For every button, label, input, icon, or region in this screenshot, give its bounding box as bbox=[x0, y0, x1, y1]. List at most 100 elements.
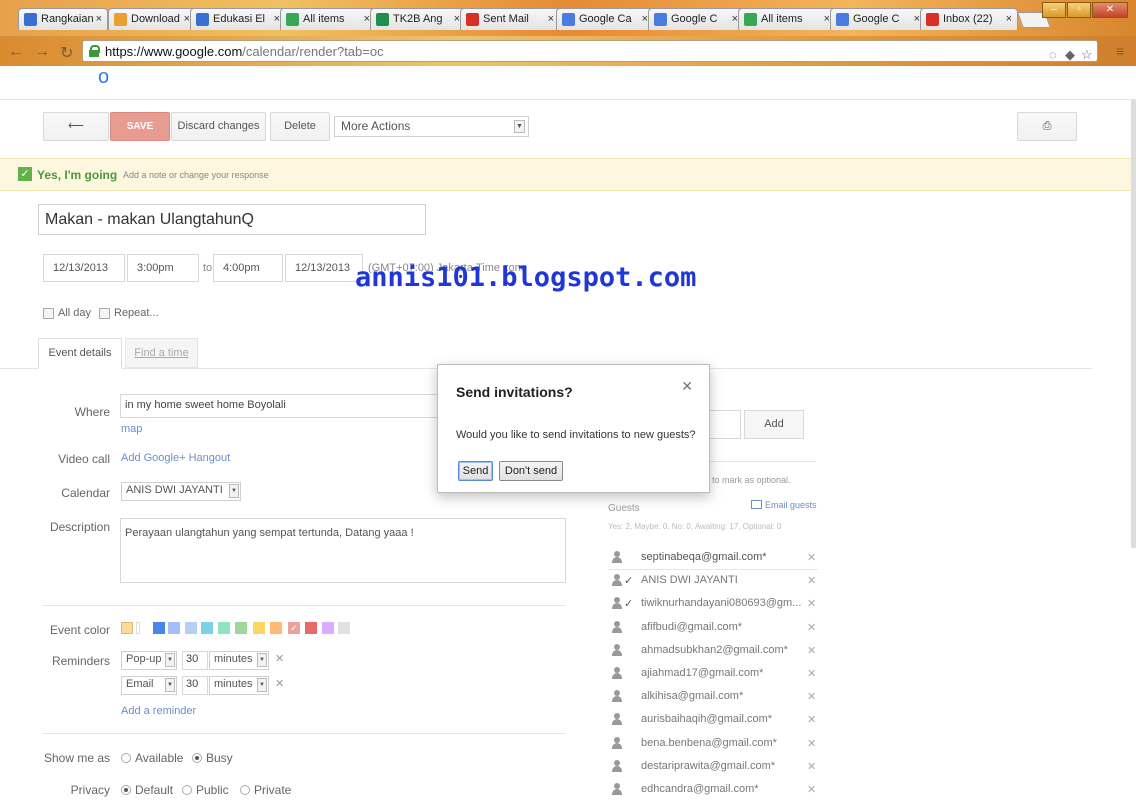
remove-guest-icon[interactable]: ✕ bbox=[807, 667, 816, 680]
dropdown-arrow-icon: ▼ bbox=[229, 484, 239, 498]
address-bar-row: ← → ↻ https://www.google.com/calendar/re… bbox=[0, 36, 1136, 66]
private-radio[interactable] bbox=[240, 785, 250, 795]
remove-guest-icon[interactable]: ✕ bbox=[807, 644, 816, 657]
color-swatch[interactable] bbox=[201, 622, 213, 634]
email-guests-link[interactable]: Email guests bbox=[765, 500, 817, 510]
ie-icon bbox=[24, 13, 37, 26]
back-arrow-icon[interactable]: ← bbox=[8, 43, 24, 61]
add-hangout-link[interactable]: Add Google+ Hangout bbox=[121, 452, 230, 464]
color-swatch[interactable] bbox=[305, 622, 317, 634]
start-time-input[interactable]: 3:00pm bbox=[127, 254, 199, 282]
delete-button[interactable]: Delete bbox=[270, 112, 330, 141]
close-tab-icon[interactable]: × bbox=[548, 13, 554, 25]
event-title-input[interactable]: Makan - makan UlangtahunQ bbox=[38, 204, 426, 235]
add-guest-button[interactable]: Add bbox=[744, 410, 804, 439]
reminder-amount-input[interactable]: 30 bbox=[182, 676, 208, 695]
remove-reminder-icon[interactable]: ✕ bbox=[275, 652, 284, 665]
browser-tab[interactable]: All items × bbox=[280, 8, 376, 30]
color-swatch[interactable] bbox=[185, 622, 197, 634]
reminder-type-select[interactable]: Email ▼ bbox=[121, 676, 177, 695]
color-swatch[interactable] bbox=[253, 622, 265, 634]
change-response-link[interactable]: Add a note or change your response bbox=[123, 170, 269, 180]
browser-tab[interactable]: Google C × bbox=[648, 8, 744, 30]
dropdown-arrow-icon: ▼ bbox=[514, 120, 525, 133]
tab-label: Download bbox=[131, 13, 180, 25]
more-actions-select[interactable]: More Actions ▼ bbox=[334, 116, 529, 137]
star-icon[interactable]: ☆ bbox=[1081, 47, 1093, 63]
browser-tab[interactable]: Google Ca × bbox=[556, 8, 654, 30]
browser-tab[interactable]: Sent Mail × bbox=[460, 8, 560, 30]
remove-guest-icon[interactable]: ✕ bbox=[807, 551, 816, 564]
color-swatch[interactable] bbox=[168, 622, 180, 634]
add-reminder-link[interactable]: Add a reminder bbox=[121, 705, 196, 717]
print-button[interactable]: ⎙ bbox=[1017, 112, 1077, 141]
remove-reminder-icon[interactable]: ✕ bbox=[275, 677, 284, 690]
url-input[interactable]: https://www.google.com/calendar/render?t… bbox=[82, 40, 1098, 62]
discard-changes-button[interactable]: Discard changes bbox=[171, 112, 266, 141]
send-button[interactable]: Send bbox=[458, 461, 493, 481]
start-date-input[interactable]: 12/13/2013 bbox=[43, 254, 125, 282]
remove-guest-icon[interactable]: ✕ bbox=[807, 713, 816, 726]
close-icon[interactable]: ✕ bbox=[681, 378, 693, 395]
description-textarea[interactable]: Perayaan ulangtahun yang sempat tertunda… bbox=[120, 518, 566, 583]
color-swatch[interactable] bbox=[338, 622, 350, 634]
browser-tab[interactable]: Inbox (22) × bbox=[920, 8, 1018, 30]
close-window-button[interactable]: ✕ bbox=[1092, 2, 1128, 18]
maximize-button[interactable]: ▫ bbox=[1067, 2, 1091, 18]
map-link[interactable]: map bbox=[121, 423, 142, 435]
dont-send-button[interactable]: Don't send bbox=[499, 461, 563, 481]
tab-find-a-time[interactable]: Find a time bbox=[125, 338, 198, 368]
forward-arrow-icon[interactable]: → bbox=[34, 43, 50, 61]
close-tab-icon[interactable]: × bbox=[96, 13, 102, 25]
color-swatch[interactable] bbox=[153, 622, 165, 634]
browser-tab[interactable]: Google C × bbox=[830, 8, 926, 30]
browser-tab[interactable]: Rangkaian × bbox=[18, 8, 108, 30]
save-button[interactable]: SAVE bbox=[110, 112, 170, 141]
remove-guest-icon[interactable]: ✕ bbox=[807, 621, 816, 634]
reminder-amount-input[interactable]: 30 bbox=[182, 651, 208, 670]
tab-label: Google C bbox=[853, 13, 900, 25]
tab-event-details[interactable]: Event details bbox=[38, 338, 122, 369]
color-swatch[interactable]: ✓ bbox=[288, 622, 300, 634]
color-swatch[interactable] bbox=[235, 622, 247, 634]
guest-row: ✓ ANIS DWI JAYANTI ✕ bbox=[608, 571, 818, 593]
reminder-unit-select[interactable]: minutes ▼ bbox=[209, 676, 269, 695]
remove-guest-icon[interactable]: ✕ bbox=[807, 783, 816, 796]
browser-tab[interactable]: Edukasi El × bbox=[190, 8, 286, 30]
extension-icon[interactable]: ◆ bbox=[1065, 47, 1075, 63]
guest-email: ajiahmad17@gmail.com* bbox=[641, 667, 764, 679]
guest-email: ahmadsubkhan2@gmail.com* bbox=[641, 643, 788, 656]
remove-guest-icon[interactable]: ✕ bbox=[807, 737, 816, 750]
color-swatch[interactable] bbox=[136, 622, 140, 634]
remove-guest-icon[interactable]: ✕ bbox=[807, 574, 816, 587]
reminder-unit-select[interactable]: minutes ▼ bbox=[209, 651, 269, 670]
busy-radio[interactable] bbox=[192, 753, 202, 763]
all-day-checkbox[interactable] bbox=[43, 308, 54, 319]
available-radio[interactable] bbox=[121, 753, 131, 763]
browser-tab[interactable]: TK2B Ang × bbox=[370, 8, 466, 30]
reload-icon[interactable]: ↻ bbox=[60, 43, 73, 63]
back-button[interactable]: ⟵ bbox=[43, 112, 109, 141]
public-radio[interactable] bbox=[182, 785, 192, 795]
remove-guest-icon[interactable]: ✕ bbox=[807, 597, 816, 610]
end-date-input[interactable]: 12/13/2013 bbox=[285, 254, 363, 282]
menu-icon[interactable]: ≡ bbox=[1116, 43, 1124, 59]
minimize-button[interactable]: – bbox=[1042, 2, 1066, 18]
end-time-input[interactable]: 4:00pm bbox=[213, 254, 283, 282]
shield-icon[interactable]: ◌ bbox=[1049, 47, 1057, 62]
color-swatch[interactable] bbox=[270, 622, 282, 634]
browser-tab[interactable]: Download × bbox=[108, 8, 196, 30]
remove-guest-icon[interactable]: ✕ bbox=[807, 690, 816, 703]
close-tab-icon[interactable]: × bbox=[1006, 13, 1012, 25]
default-radio[interactable] bbox=[121, 785, 131, 795]
reminder-type-select[interactable]: Pop-up ▼ bbox=[121, 651, 177, 670]
where-input[interactable]: in my home sweet home Boyolali bbox=[120, 394, 440, 418]
color-swatch[interactable] bbox=[322, 622, 334, 634]
repeat-checkbox[interactable] bbox=[99, 308, 110, 319]
browser-tab[interactable]: All items × bbox=[738, 8, 836, 30]
page-scrollbar[interactable] bbox=[1131, 100, 1136, 548]
remove-guest-icon[interactable]: ✕ bbox=[807, 760, 816, 773]
color-swatch[interactable] bbox=[218, 622, 230, 634]
color-swatch[interactable] bbox=[121, 622, 133, 634]
calendar-select[interactable]: ANIS DWI JAYANTI ▼ bbox=[121, 482, 241, 501]
